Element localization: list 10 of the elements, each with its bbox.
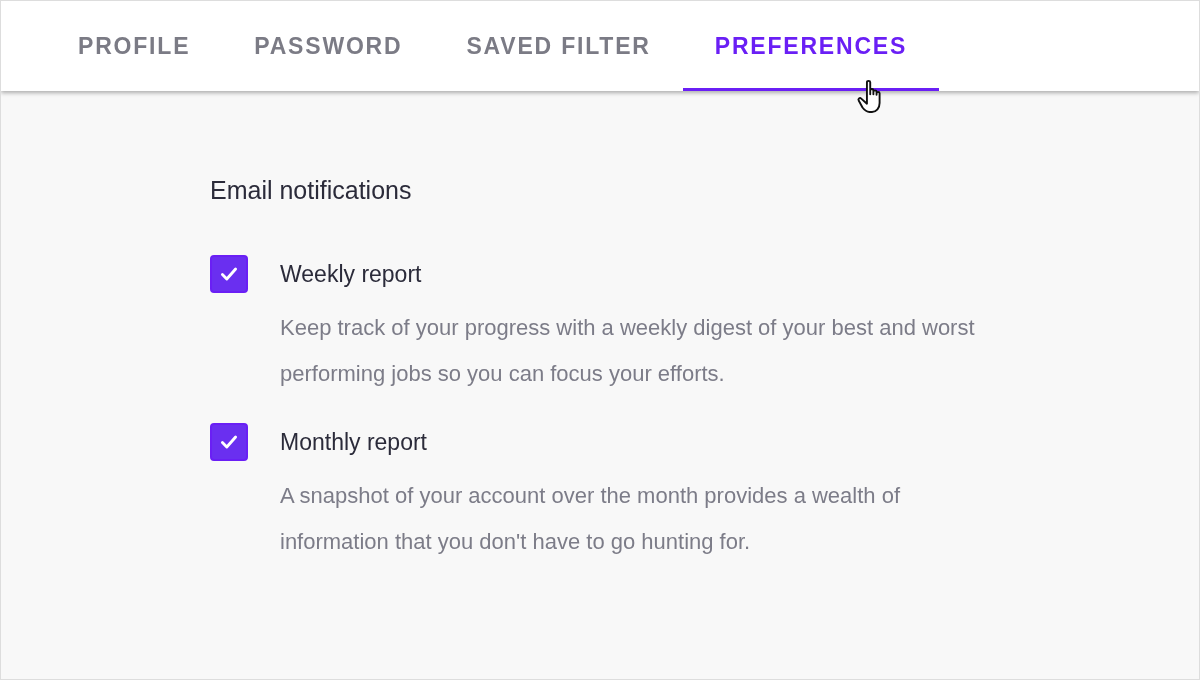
option-description: A snapshot of your account over the month provides a wealth of information that you don't have to go hunting for.	[280, 482, 902, 556]
checkbox[interactable]	[210, 255, 248, 293]
tab[interactable]: PASSWORD	[222, 1, 435, 91]
option-label: Weekly report	[280, 260, 422, 288]
section-title: Email notifications	[210, 176, 413, 205]
checkbox[interactable]	[210, 423, 248, 461]
option-description: Keep track of your progress with a weekly digest of your best and worst performing jobs so you can focus your efforts.	[280, 314, 976, 388]
tab[interactable]: SAVED FILTER	[434, 1, 683, 91]
option-label: Monthly report	[280, 428, 427, 456]
tab[interactable]: PROFILE	[46, 1, 223, 91]
